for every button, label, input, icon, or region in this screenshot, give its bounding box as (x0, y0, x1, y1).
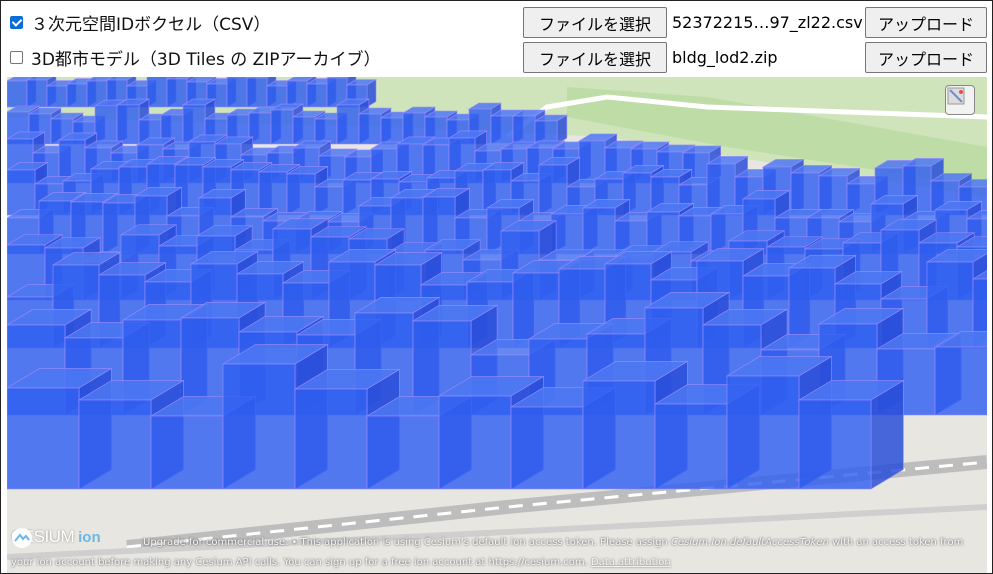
credit-text-2: your ion account before making any Cesiu… (11, 557, 588, 568)
city-model-row: 3D都市モデル（3D Tiles の ZIPアーカイブ） ファイルを選択 bld… (7, 41, 987, 74)
voxel-scene[interactable] (7, 77, 987, 573)
credit-line-1: Upgrade for commercial use. • This appli… (143, 533, 963, 553)
voxel-csv-checkbox[interactable] (10, 16, 23, 29)
navigation-help-button[interactable] (945, 85, 975, 115)
voxel-csv-label: ３次元空間IDボクセル（CSV） (31, 15, 271, 35)
credit-token: Cesium.Ion.defaultAccessToken (670, 537, 829, 548)
voxel-block (533, 114, 568, 145)
app-frame: ３次元空間IDボクセル（CSV） ファイルを選択 52372215…97_zl2… (0, 0, 993, 574)
city-model-file-name: bldg_lod2.zip (672, 48, 778, 67)
credit-bar: Upgrade for commercial use. • This appli… (7, 533, 987, 573)
voxel-csv-row: ３次元空間IDボクセル（CSV） ファイルを選択 52372215…97_zl2… (7, 6, 987, 39)
city-model-checkbox[interactable] (10, 51, 23, 64)
credit-text-1: Upgrade for commercial use. • This appli… (143, 537, 668, 548)
voxel-csv-file-button[interactable]: ファイルを選択 (523, 7, 667, 38)
voxel-csv-upload-button[interactable]: アップロード (865, 7, 987, 38)
data-attribution-link[interactable]: Data attribution (591, 557, 671, 568)
voxel-csv-file-name: 52372215…97_zl22.csv (672, 13, 863, 32)
credit-text-1b: with an access token from (831, 537, 964, 548)
city-model-file-button[interactable]: ファイルを選択 (523, 42, 667, 73)
credit-line-2: your ion account before making any Cesiu… (11, 553, 671, 573)
voxel-block (933, 331, 987, 416)
city-model-upload-button[interactable]: アップロード (865, 42, 987, 73)
city-model-label: 3D都市モデル（3D Tiles の ZIPアーカイブ） (31, 50, 381, 70)
voxel-block (797, 380, 905, 490)
navigation-help-icon (947, 87, 965, 105)
cesium-viewer[interactable]: CESIUM ion Upgrade for commercial use. •… (7, 77, 987, 573)
